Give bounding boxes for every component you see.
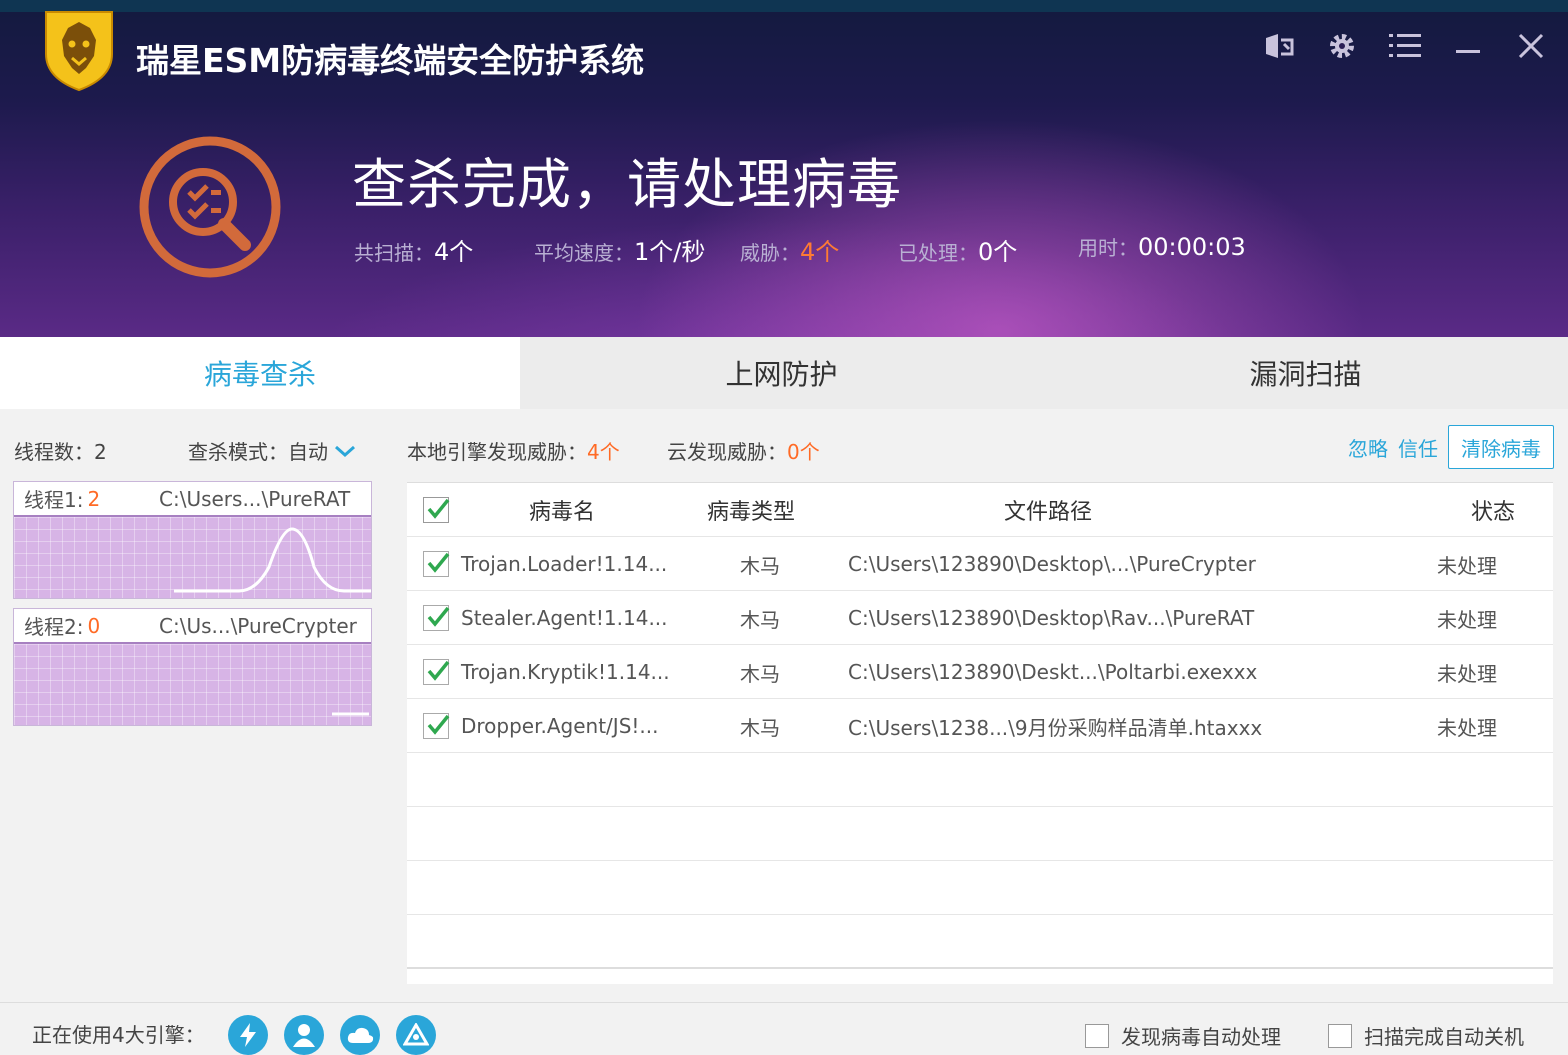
menu-icon[interactable] [1383, 26, 1426, 66]
footer: 正在使用4大引擎： 发现病毒自动处理 扫描完成自动关机 [0, 1002, 1568, 1055]
thread-1-label: 线程1: [24, 488, 84, 512]
cloud-threats: 云发现威胁：0个 [667, 440, 820, 464]
table-row[interactable]: Dropper.Agent/JS!... 木马 C:\Users\1238...… [407, 699, 1553, 753]
thread-card-2: 线程2: 0 C:\Us...\PureCrypter [13, 608, 372, 726]
table-row[interactable]: Stealer.Agent!1.14... 木马 C:\Users\123890… [407, 591, 1553, 645]
tab-virus-scan[interactable]: 病毒查杀 [0, 337, 520, 409]
thread-2-label: 线程2: [24, 615, 84, 639]
virus-name: Trojan.Kryptik!1.14... [461, 660, 670, 684]
status-text: 未处理 [1437, 553, 1497, 578]
row-checkbox[interactable] [423, 537, 450, 591]
stat-handled: 已处理：0个 [898, 238, 1018, 266]
minimize-icon[interactable] [1446, 26, 1489, 66]
virus-type: 木马 [740, 661, 780, 686]
auto-shutdown-label: 扫描完成自动关机 [1364, 1025, 1524, 1049]
stat-total: 共扫描：4个 [354, 238, 474, 266]
result-actions: 忽略 信任 清除病毒 [1348, 425, 1554, 469]
auto-handle-checkbox[interactable] [1085, 1023, 1109, 1048]
scan-mode-label: 查杀模式：自动 [188, 440, 328, 464]
thread-card-1: 线程1: 2 C:\Users...\PureRAT [13, 481, 372, 599]
stat-time: 用时：00:00:03 [1078, 233, 1246, 261]
gear-icon[interactable] [1320, 26, 1363, 66]
virus-type: 木马 [740, 607, 780, 632]
threat-table: 病毒名 病毒类型 文件路径 状态 Trojan.Loader!1.14... 木… [407, 482, 1553, 984]
user-engine-icon[interactable] [284, 1015, 324, 1055]
auto-shutdown-option[interactable]: 扫描完成自动关机 [1328, 1021, 1524, 1050]
row-checkbox[interactable] [423, 645, 450, 699]
status-text: 未处理 [1437, 715, 1497, 740]
table-header: 病毒名 病毒类型 文件路径 状态 [407, 483, 1553, 537]
file-path: C:\Users\123890\Desktop\Rav...\PureRAT [848, 606, 1255, 630]
thread-2-graph [14, 644, 371, 725]
virus-type: 木马 [740, 553, 780, 578]
auto-handle-option[interactable]: 发现病毒自动处理 [1085, 1021, 1281, 1050]
thread-panel: 线程数：2 查杀模式：自动 线程1: 2 C:\Users...\PureRAT… [0, 409, 388, 1002]
thread-2-count: 0 [87, 613, 101, 638]
trust-link[interactable]: 信任 [1398, 433, 1438, 462]
title-bar-strip [0, 0, 1568, 12]
window-controls [1257, 26, 1552, 66]
tab-web-protection[interactable]: 上网防护 [520, 337, 1043, 409]
row-checkbox[interactable] [423, 699, 450, 753]
clean-virus-button[interactable]: 清除病毒 [1448, 425, 1554, 469]
scan-status-title: 查杀完成，请处理病毒 [352, 153, 902, 216]
header-banner: 瑞星ESM防病毒终端安全防护系统 查杀完成，请处理病毒 共扫描：4个 平均速度：… [0, 0, 1568, 337]
main-tabs: 病毒查杀 上网防护 漏洞扫描 [0, 337, 1568, 409]
scan-complete-icon [139, 136, 281, 278]
ignore-link[interactable]: 忽略 [1348, 433, 1388, 462]
table-row[interactable]: Trojan.Loader!1.14... 木马 C:\Users\123890… [407, 537, 1553, 591]
virus-name: Dropper.Agent/JS!... [461, 714, 659, 738]
col-header-status[interactable]: 状态 [1471, 483, 1515, 537]
file-path: C:\Users\1238...\9月份采购样品清单.htaxxx [848, 715, 1263, 740]
feedback-icon[interactable] [1257, 26, 1300, 66]
lightning-engine-icon[interactable] [228, 1015, 268, 1055]
app-title: 瑞星ESM防病毒终端安全防护系统 [136, 41, 645, 80]
row-checkbox[interactable] [423, 591, 450, 645]
thread-count: 线程数：2 [14, 440, 107, 464]
stat-threat: 威胁：4个 [740, 238, 840, 266]
results-panel: 本地引擎发现威胁：4个 云发现威胁：0个 忽略 信任 清除病毒 病毒名 病毒类型… [407, 409, 1568, 1002]
stat-speed: 平均速度：1个/秒 [534, 238, 706, 266]
auto-handle-label: 发现病毒自动处理 [1121, 1025, 1281, 1049]
select-all-checkbox[interactable] [423, 483, 450, 537]
thread-1-path: C:\Users...\PureRAT [159, 486, 351, 511]
auto-shutdown-checkbox[interactable] [1328, 1023, 1352, 1048]
status-text: 未处理 [1437, 661, 1497, 686]
col-header-path[interactable]: 文件路径 [1004, 483, 1092, 537]
chevron-down-icon [335, 445, 355, 457]
col-header-type[interactable]: 病毒类型 [707, 483, 795, 537]
table-row[interactable]: Trojan.Kryptik!1.14... 木马 C:\Users\12389… [407, 645, 1553, 699]
tab-vulnerability-scan[interactable]: 漏洞扫描 [1043, 337, 1568, 409]
scan-mode-dropdown[interactable]: 查杀模式：自动 [188, 436, 356, 465]
col-header-name[interactable]: 病毒名 [529, 483, 595, 537]
local-engine-threats: 本地引擎发现威胁：4个 [407, 440, 620, 464]
virus-name: Stealer.Agent!1.14... [461, 606, 668, 630]
virus-name: Trojan.Loader!1.14... [461, 552, 668, 576]
virus-type: 木马 [740, 715, 780, 740]
file-path: C:\Users\123890\Deskt...\Poltarbi.exexxx [848, 660, 1258, 684]
thread-1-count: 2 [87, 486, 101, 511]
thread-1-graph [14, 517, 371, 598]
thread-1-header: 线程1: 2 C:\Users...\PureRAT [14, 482, 371, 517]
cloud-engine-icon[interactable] [340, 1015, 380, 1055]
status-text: 未处理 [1437, 607, 1497, 632]
empty-row [407, 753, 1553, 807]
engines-label: 正在使用4大引擎： [32, 1023, 205, 1047]
empty-row [407, 807, 1553, 861]
close-icon[interactable] [1509, 26, 1552, 66]
empty-row [407, 915, 1553, 969]
triangle-engine-icon[interactable] [396, 1015, 436, 1055]
empty-row [407, 861, 1553, 915]
thread-2-path: C:\Us...\PureCrypter [159, 613, 357, 638]
file-path: C:\Users\123890\Desktop\...\PureCrypter [848, 552, 1256, 576]
thread-2-header: 线程2: 0 C:\Us...\PureCrypter [14, 609, 371, 644]
lion-logo-icon [45, 11, 113, 92]
